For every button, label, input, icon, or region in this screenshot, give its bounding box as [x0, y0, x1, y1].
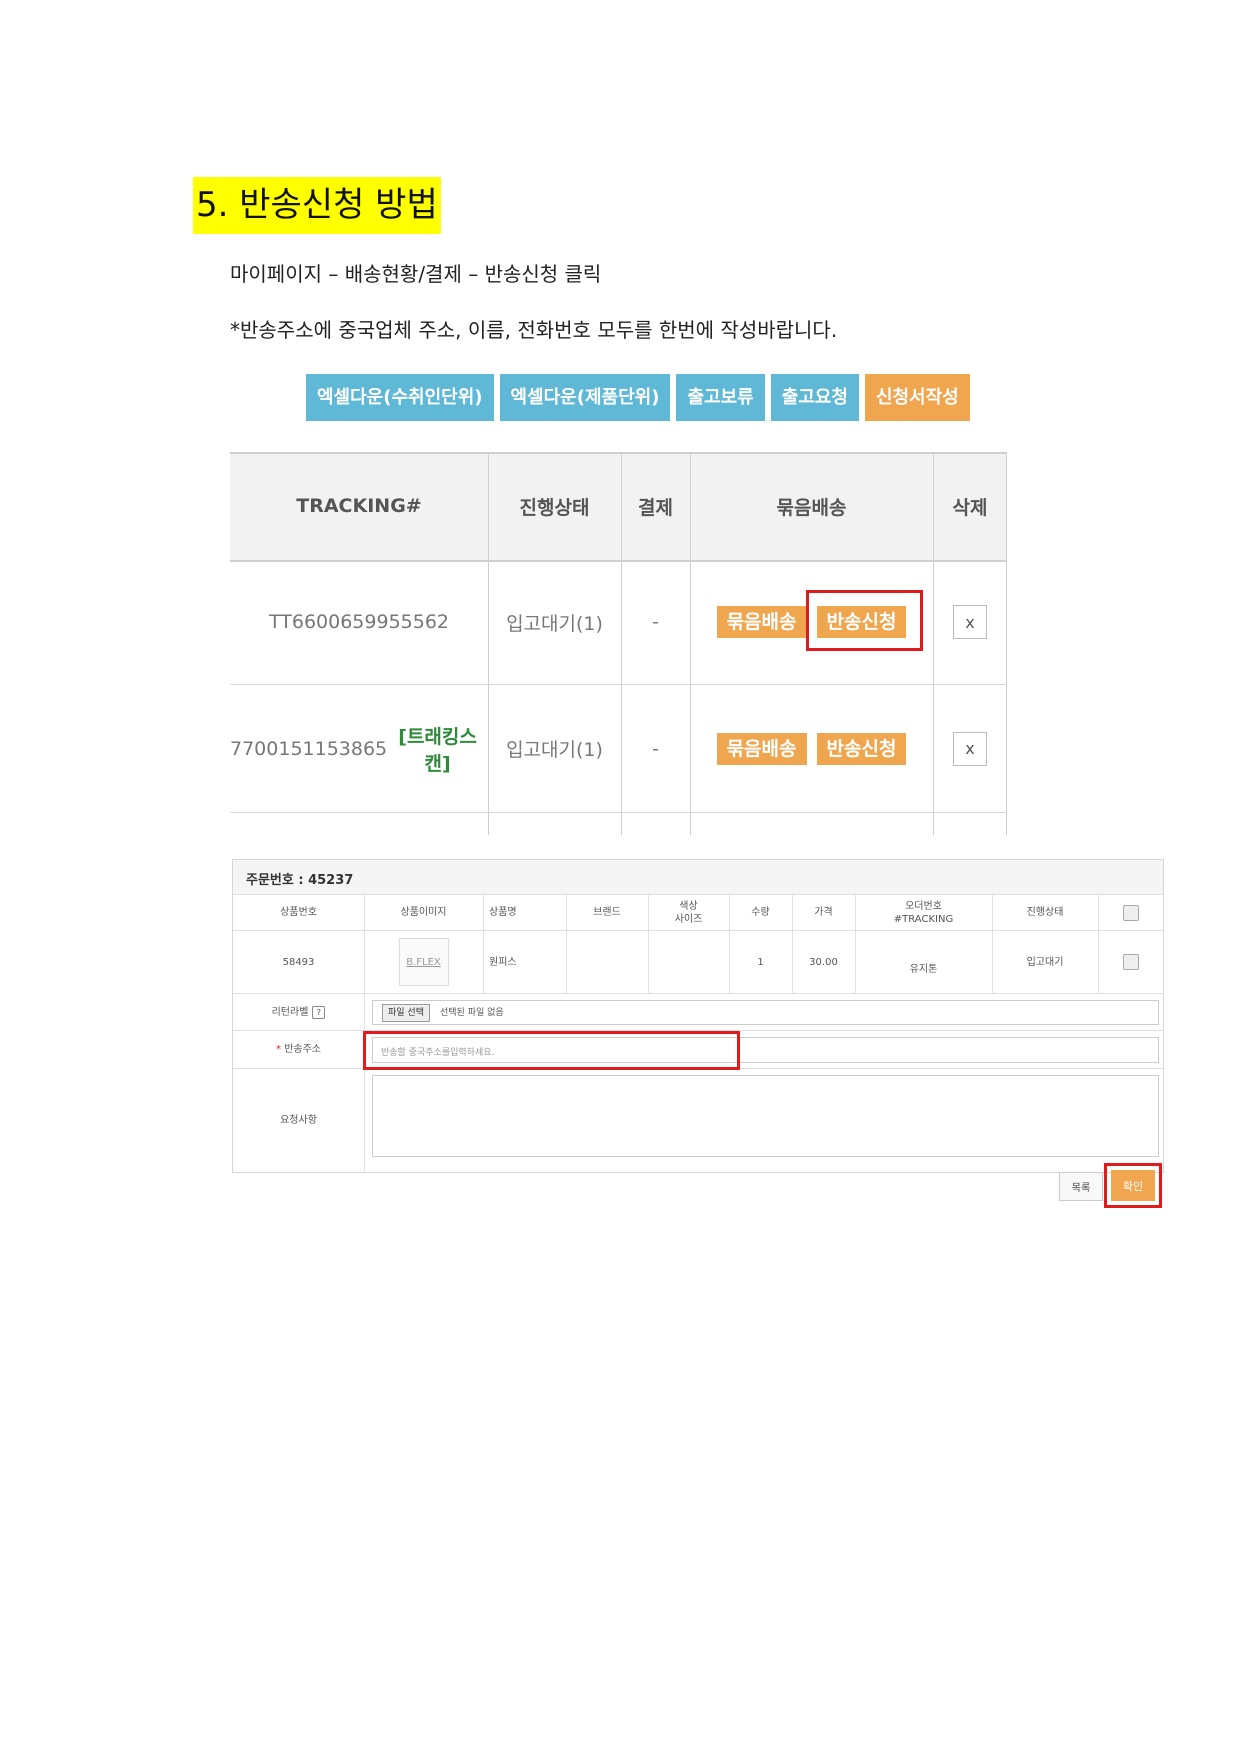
excel-download-recipient-button[interactable]: 엑셀다운(수취인단위): [306, 374, 494, 421]
tracking-scan-link[interactable]: [트래킹스캔]: [387, 722, 488, 776]
return-address-highlight-frame: [363, 1031, 740, 1070]
return-request-button[interactable]: 반송신청: [816, 732, 907, 765]
row-select-cell: [1098, 931, 1163, 993]
order-number: 주문번호 : 45237: [246, 873, 354, 888]
cell-product-image: B.FLEX: [364, 931, 483, 993]
return-address-label-cell: * 반송주소: [233, 1031, 364, 1068]
row-payment: -: [652, 737, 659, 760]
col-price: 가격: [814, 907, 833, 918]
excel-download-product-button[interactable]: 엑셀다운(제품단위): [499, 374, 671, 421]
col-color-size: 색상 사이즈: [648, 895, 729, 930]
table-row-tracking: TT6600659955562: [230, 560, 488, 684]
header-status: 진행상태: [519, 496, 590, 519]
product-thumbnail[interactable]: B.FLEX: [398, 938, 449, 986]
return-button-highlight-frame: [806, 590, 923, 651]
write-application-button[interactable]: 신청서작성: [864, 374, 970, 421]
tracking-number[interactable]: TT6600659955562: [269, 611, 449, 633]
order-form: 주문번호 : 45237 상품번호 상품이미지 상품명 브랜드 색상 사이즈 수…: [232, 859, 1164, 1173]
cell-color-size: [648, 931, 729, 993]
cell-brand: [566, 931, 648, 993]
cell-price: 30.00: [809, 956, 838, 968]
request-release-button[interactable]: 출고요청: [770, 374, 859, 421]
return-label-file-input: 파일 선택 선택된 파일 없음: [372, 1000, 1159, 1025]
hold-release-button[interactable]: 출고보류: [676, 374, 765, 421]
cell-qty: 1: [757, 956, 764, 968]
return-address-label: 반송주소: [284, 1044, 321, 1055]
header-tracking: TRACKING#: [296, 495, 422, 517]
required-mark: *: [276, 1044, 281, 1055]
header-bundle: 묶음배송: [776, 496, 847, 519]
instruction-note: *반송주소에 중국업체 주소, 이름, 전화번호 모두를 한번에 작성바랍니다.: [230, 318, 838, 342]
request-label: 요청사항: [280, 1114, 317, 1126]
cell-product-name: 원피스: [489, 956, 517, 968]
col-product-no: 상품번호: [280, 907, 317, 918]
col-order-tracking: 오더번호 #TRACKING: [855, 895, 992, 930]
order-form-header: 주문번호 : 45237: [233, 860, 1163, 895]
row-checkbox[interactable]: [1122, 954, 1139, 970]
cell-product-no: 58493: [282, 956, 315, 968]
select-all-cell: [1098, 895, 1163, 930]
col-order-no: 오더번호: [905, 900, 942, 912]
col-tracking: #TRACKING: [893, 913, 954, 925]
header-payment: 결제: [638, 496, 673, 519]
header-delete: 삭제: [952, 496, 988, 519]
tracking-number[interactable]: 7700151153865: [230, 738, 387, 760]
row-status: 입고대기(1): [506, 739, 603, 761]
confirm-button-highlight-frame: [1104, 1163, 1162, 1208]
cell-order-tracking: 유지톤: [909, 963, 938, 975]
section-heading: 5. 반송신청 방법: [193, 177, 441, 234]
request-textarea[interactable]: [372, 1075, 1159, 1157]
col-product-name: 상품명: [489, 907, 517, 918]
bundle-shipping-button[interactable]: 묶음배송: [716, 606, 807, 638]
delete-button[interactable]: x: [953, 731, 987, 766]
navigation-path-text: 마이페이지 – 배송현황/결제 – 반송신청 클릭: [230, 262, 602, 286]
file-status-text: 선택된 파일 없음: [440, 1008, 504, 1018]
col-brand: 브랜드: [593, 907, 621, 918]
col-qty: 수량: [751, 907, 770, 918]
table-row-tracking: 7700151153865 [트래킹스캔]: [230, 685, 488, 812]
bundle-shipping-button[interactable]: 묶음배송: [716, 732, 807, 765]
row-bundle-actions: 묶음배송 반송신청: [690, 685, 933, 812]
col-color: 색상: [679, 900, 698, 912]
select-all-checkbox[interactable]: [1122, 904, 1139, 921]
cell-status: 입고대기: [1026, 956, 1064, 968]
col-product-image: 상품이미지: [400, 907, 447, 918]
list-button[interactable]: 목록: [1059, 1172, 1103, 1201]
return-label-label: 리턴라벨: [271, 1006, 309, 1018]
col-size: 사이즈: [674, 913, 703, 925]
row-status: 입고대기(1): [506, 612, 603, 635]
col-status: 진행상태: [1026, 907, 1064, 918]
delete-button[interactable]: x: [953, 605, 987, 639]
action-button-row: 엑셀다운(수취인단위) 엑셀다운(제품단위) 출고보류 출고요청 신청서작성: [306, 374, 970, 421]
row-payment: -: [652, 611, 659, 633]
row-delete: x: [933, 685, 1007, 812]
help-icon[interactable]: ?: [312, 1005, 326, 1019]
return-label-label-cell: 리턴라벨 ?: [233, 994, 364, 1030]
file-select-button[interactable]: 파일 선택: [382, 1004, 430, 1022]
row-delete: x: [933, 560, 1007, 684]
